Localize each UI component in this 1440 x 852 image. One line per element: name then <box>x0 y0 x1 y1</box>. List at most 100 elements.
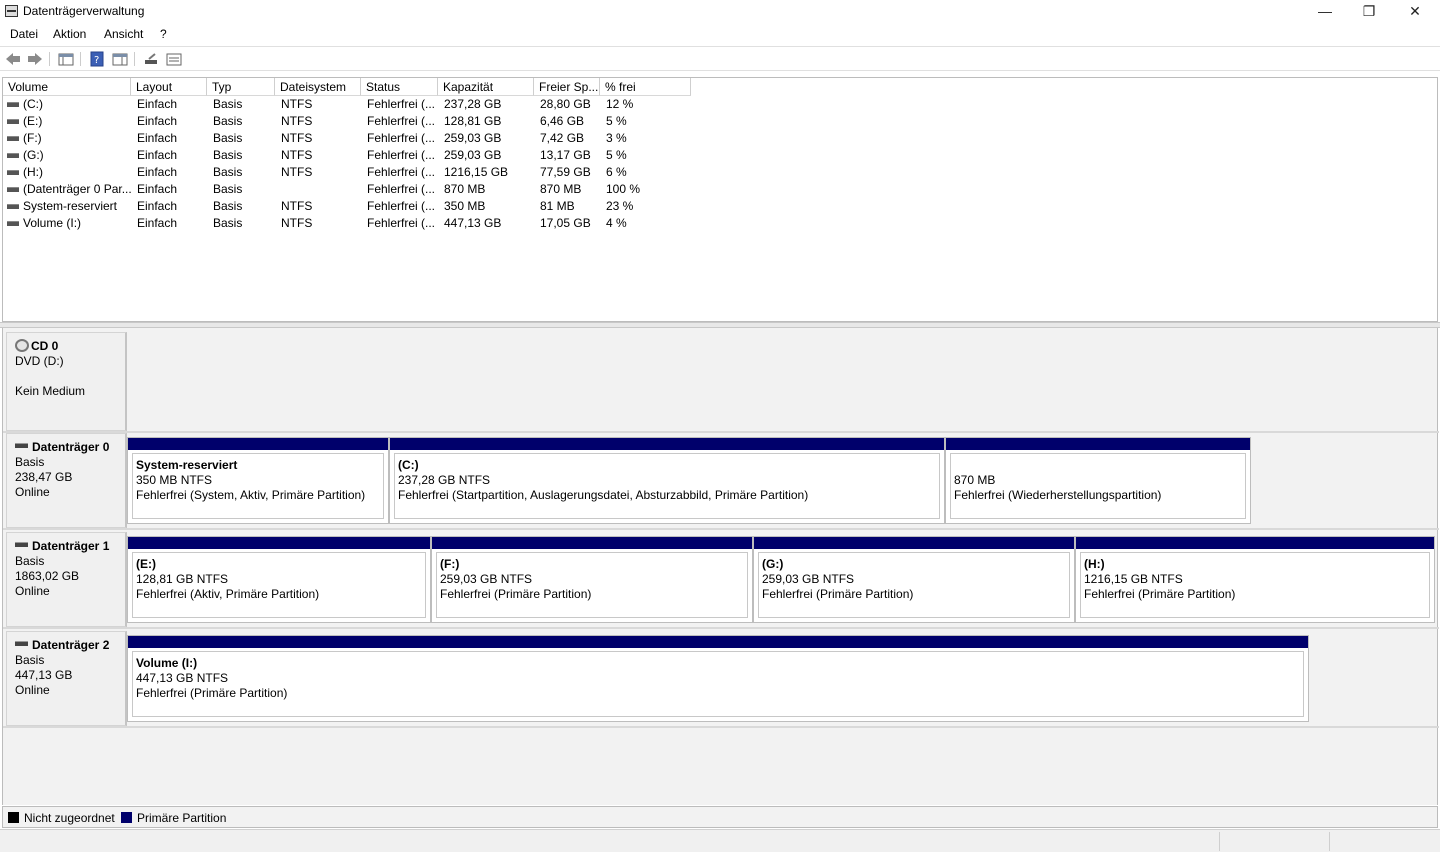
toolbar-separator <box>134 52 135 66</box>
maximize-button[interactable]: ❐ <box>1346 0 1392 22</box>
table-cell: Volume (I:) <box>23 216 82 230</box>
partition-status: Fehlerfrei (Primäre Partition) <box>762 587 914 601</box>
table-cell: 81 MB <box>540 199 575 213</box>
volume-list[interactable]: Volume Layout Typ Dateisystem Status Kap… <box>2 77 1438 322</box>
table-cell: 870 MB <box>540 182 582 196</box>
volume-disk-icon <box>7 221 19 226</box>
partition-size: 870 MB <box>954 473 996 487</box>
column-header-status[interactable]: Status <box>361 78 438 96</box>
table-cell: Basis <box>213 148 243 162</box>
legend-primary-swatch <box>121 812 132 823</box>
table-cell: Basis <box>213 216 243 230</box>
partition-h[interactable]: (H:) 1216,15 GB NTFS Fehlerfrei (Primäre… <box>1075 536 1435 623</box>
table-row[interactable]: (E:) Einfach Basis NTFS Fehlerfrei (... 128,8… <box>3 113 703 130</box>
table-cell: NTFS <box>281 165 313 179</box>
table-cell: 4 % <box>606 216 627 230</box>
table-cell: 447,13 GB <box>444 216 502 230</box>
disk-name: Datenträger 0 <box>32 440 110 454</box>
table-cell: Fehlerfrei (... <box>367 148 436 162</box>
table-cell: (H:) <box>23 165 43 179</box>
partition-size: 1216,15 GB NTFS <box>1084 572 1183 586</box>
legend: Nicht zugeordnet Primäre Partition <box>2 806 1438 828</box>
table-cell: 3 % <box>606 131 627 145</box>
partition-status: Fehlerfrei (Primäre Partition) <box>440 587 592 601</box>
volume-disk-icon <box>7 119 19 124</box>
partition-g[interactable]: (G:) 259,03 GB NTFS Fehlerfrei (Primäre … <box>753 536 1075 623</box>
volume-disk-icon <box>7 170 19 175</box>
partition-name: (C:) <box>398 458 419 472</box>
table-row[interactable]: (G:) Einfach Basis NTFS Fehlerfrei (... 259,0… <box>3 147 703 164</box>
back-arrow-icon[interactable] <box>4 51 22 67</box>
console-tree-icon[interactable] <box>57 51 75 67</box>
cd-drive-icon <box>15 339 29 352</box>
menu-ansicht[interactable]: Ansicht <box>104 27 143 41</box>
column-header-prozent-frei[interactable]: % frei <box>600 78 691 96</box>
menu-help[interactable]: ? <box>160 27 167 41</box>
forward-arrow-icon[interactable] <box>26 51 44 67</box>
partition-name: (H:) <box>1084 557 1105 571</box>
disk-size: 1863,02 GB <box>15 569 80 583</box>
partition-i[interactable]: Volume (I:) 447,13 GB NTFS Fehlerfrei (P… <box>127 635 1309 722</box>
table-cell: 28,80 GB <box>540 97 591 111</box>
table-cell: 6,46 GB <box>540 114 585 128</box>
table-row[interactable]: System-reserviert Einfach Basis NTFS Fehlerf… <box>3 198 703 215</box>
column-header-layout[interactable]: Layout <box>131 78 207 96</box>
partition-status: Fehlerfrei (System, Aktiv, Primäre Parti… <box>136 488 366 502</box>
primary-partition-bar <box>128 537 430 549</box>
table-cell: 5 % <box>606 114 627 128</box>
column-header-typ[interactable]: Typ <box>207 78 275 96</box>
disk-management-app-icon <box>5 5 18 17</box>
disk-type: Basis <box>15 554 45 568</box>
table-cell: 1216,15 GB <box>444 165 509 179</box>
menu-datei[interactable]: Datei <box>10 27 38 41</box>
column-header-freier-speicher[interactable]: Freier Sp... <box>534 78 600 96</box>
column-header-dateisystem[interactable]: Dateisystem <box>275 78 361 96</box>
table-cell: Einfach <box>137 148 178 162</box>
partition-f[interactable]: (F:) 259,03 GB NTFS Fehlerfrei (Primäre … <box>431 536 753 623</box>
table-cell: 12 % <box>606 97 634 111</box>
table-row[interactable]: (H:) Einfach Basis NTFS Fehlerfrei (... 1216,… <box>3 164 703 181</box>
close-button[interactable]: ✕ <box>1392 0 1438 22</box>
minimize-button[interactable]: — <box>1302 0 1348 22</box>
disk-graphical-view: CD 0 DVD (D:) Kein Medium Datenträger 0 … <box>2 328 1439 805</box>
table-row[interactable]: Volume (I:) Einfach Basis NTFS Fehlerfrei (.… <box>3 215 703 232</box>
table-cell: Einfach <box>137 131 178 145</box>
partition-e[interactable]: (E:) 128,81 GB NTFS Fehlerfrei (Aktiv, P… <box>127 536 431 623</box>
table-cell: (G:) <box>23 148 44 162</box>
partition-status: Fehlerfrei (Aktiv, Primäre Partition) <box>136 587 320 601</box>
table-cell: Fehlerfrei (... <box>367 182 436 196</box>
column-header-volume[interactable]: Volume <box>3 78 131 96</box>
disk-label-disk0[interactable]: Datenträger 0 Basis 238,47 GB Online <box>6 433 127 528</box>
table-cell: Fehlerfrei (... <box>367 199 436 213</box>
volume-list-icon[interactable] <box>165 51 183 67</box>
partition-recovery[interactable]: 870 MB Fehlerfrei (Wiederherstellungspar… <box>945 437 1251 524</box>
table-cell: NTFS <box>281 216 313 230</box>
table-cell: 23 % <box>606 199 634 213</box>
volume-disk-icon <box>7 102 19 107</box>
partition-c[interactable]: (C:) 237,28 GB NTFS Fehlerfrei (Startpar… <box>389 437 945 524</box>
table-cell: 13,17 GB <box>540 148 591 162</box>
disk-label-disk2[interactable]: Datenträger 2 Basis 447,13 GB Online <box>6 631 127 726</box>
disk-label-cd0[interactable]: CD 0 DVD (D:) Kein Medium <box>6 332 127 431</box>
table-row[interactable]: (Datenträger 0 Par... Einfach Basis Fehlerf… <box>3 181 703 198</box>
table-cell: Einfach <box>137 216 178 230</box>
disk-label-disk1[interactable]: Datenträger 1 Basis 1863,02 GB Online <box>6 532 127 627</box>
partition-system-reserviert[interactable]: System-reserviert 350 MB NTFS Fehlerfrei… <box>127 437 389 524</box>
partition-status: Fehlerfrei (Startpartition, Auslagerungs… <box>398 488 809 502</box>
table-cell: NTFS <box>281 97 313 111</box>
table-cell: NTFS <box>281 114 313 128</box>
table-cell: 259,03 GB <box>444 131 502 145</box>
legend-unallocated-swatch <box>8 812 19 823</box>
table-row[interactable]: (C:) Einfach Basis NTFS Fehlerfrei (... 237,2… <box>3 96 703 113</box>
column-header-kapazitaet[interactable]: Kapazität <box>438 78 534 96</box>
table-cell: Fehlerfrei (... <box>367 165 436 179</box>
menu-bar: Datei Aktion Ansicht ? <box>0 23 1440 45</box>
menu-aktion[interactable]: Aktion <box>53 27 86 41</box>
primary-partition-bar <box>128 636 1308 648</box>
properties-panel-icon[interactable] <box>111 51 129 67</box>
help-icon[interactable]: ? <box>88 51 106 67</box>
disk-status: Online <box>15 683 50 697</box>
table-row[interactable]: (F:) Einfach Basis NTFS Fehlerfrei (... 259,0… <box>3 130 703 147</box>
rescan-disks-icon[interactable] <box>142 51 160 67</box>
table-cell: (F:) <box>23 131 42 145</box>
